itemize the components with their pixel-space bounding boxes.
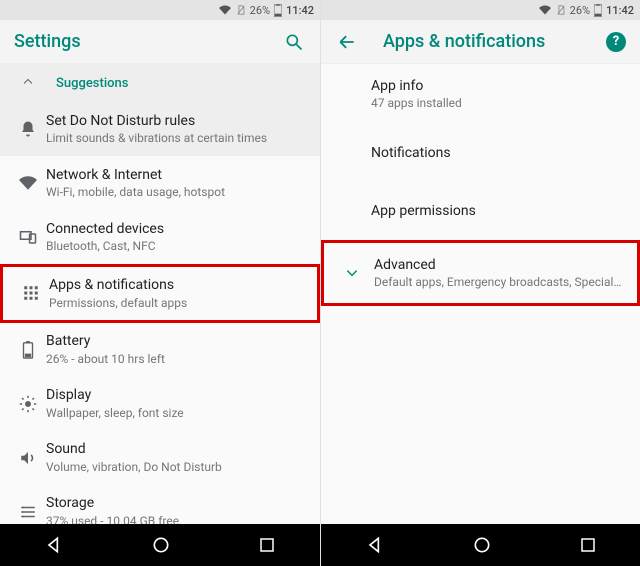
row-network[interactable]: Network & Internet Wi-Fi, mobile, data u… xyxy=(0,156,320,210)
row-subtitle: Permissions, default apps xyxy=(49,296,303,310)
settings-screen: 26% 11:42 Settings Suggestions Set Do No… xyxy=(0,0,320,566)
wifi-icon xyxy=(218,4,232,16)
suggestions-header[interactable]: Suggestions xyxy=(0,64,320,102)
status-bar: 26% 11:42 xyxy=(321,0,640,20)
row-app-info[interactable]: App info 47 apps installed xyxy=(321,64,640,124)
clock: 11:42 xyxy=(606,4,634,17)
chevron-up-icon xyxy=(16,76,40,91)
storage-icon xyxy=(10,503,46,521)
row-title: App permissions xyxy=(371,203,626,219)
nav-recent-icon[interactable] xyxy=(579,536,597,554)
brightness-icon xyxy=(10,395,46,413)
devices-icon xyxy=(10,228,46,246)
nav-home-icon[interactable] xyxy=(472,535,492,555)
row-subtitle: Wi-Fi, mobile, data usage, hotspot xyxy=(46,185,306,199)
row-subtitle: 47 apps installed xyxy=(371,96,626,110)
battery-icon xyxy=(274,4,282,17)
no-sim-icon xyxy=(236,4,246,16)
clock: 11:42 xyxy=(286,4,314,17)
no-sim-icon xyxy=(556,4,566,16)
row-subtitle: Wallpaper, sleep, font size xyxy=(46,406,306,420)
row-title: Sound xyxy=(46,441,306,458)
row-title: Connected devices xyxy=(46,221,306,238)
row-subtitle: 26% - about 10 hrs left xyxy=(46,352,306,366)
back-icon[interactable] xyxy=(335,30,359,54)
nav-recent-icon[interactable] xyxy=(258,536,276,554)
help-icon[interactable]: ? xyxy=(606,32,626,52)
row-subtitle: Bluetooth, Cast, NFC xyxy=(46,239,306,253)
nav-back-icon[interactable] xyxy=(44,535,64,555)
apps-list: App info 47 apps installed Notifications… xyxy=(321,64,640,524)
row-title: Apps & notifications xyxy=(49,277,303,294)
row-sound[interactable]: Sound Volume, vibration, Do Not Disturb xyxy=(0,431,320,485)
row-title: Network & Internet xyxy=(46,167,306,184)
row-title: Set Do Not Disturb rules xyxy=(46,113,306,130)
row-title: Display xyxy=(46,387,306,404)
apps-notifications-screen: 26% 11:42 Apps & notifications ? App inf… xyxy=(320,0,640,566)
app-bar: Apps & notifications ? xyxy=(321,20,640,64)
row-advanced[interactable]: Advanced Default apps, Emergency broadca… xyxy=(321,240,640,306)
settings-list: Suggestions Set Do Not Disturb rules Lim… xyxy=(0,64,320,524)
chevron-down-icon xyxy=(334,266,370,280)
nav-home-icon[interactable] xyxy=(151,535,171,555)
nav-bar xyxy=(0,524,320,566)
wifi-icon xyxy=(10,174,46,192)
row-display[interactable]: Display Wallpaper, sleep, font size xyxy=(0,377,320,431)
apps-icon xyxy=(13,284,49,302)
battery-percent: 26% xyxy=(250,4,270,17)
row-connected-devices[interactable]: Connected devices Bluetooth, Cast, NFC xyxy=(0,210,320,264)
battery-icon xyxy=(10,341,46,359)
row-dnd-rules[interactable]: Set Do Not Disturb rules Limit sounds & … xyxy=(0,102,320,156)
wifi-icon xyxy=(538,4,552,16)
sound-icon xyxy=(10,449,46,467)
row-subtitle: Volume, vibration, Do Not Disturb xyxy=(46,460,306,474)
row-app-permissions[interactable]: App permissions xyxy=(321,182,640,240)
bell-icon xyxy=(10,120,46,138)
row-apps-notifications[interactable]: Apps & notifications Permissions, defaul… xyxy=(0,264,320,323)
row-subtitle: 37% used - 10.04 GB free xyxy=(46,514,306,524)
page-title: Apps & notifications xyxy=(383,31,606,52)
battery-percent: 26% xyxy=(570,4,590,17)
row-title: Advanced xyxy=(374,257,623,273)
row-subtitle: Limit sounds & vibrations at certain tim… xyxy=(46,131,306,145)
suggestions-label: Suggestions xyxy=(56,76,128,91)
row-battery[interactable]: Battery 26% - about 10 hrs left xyxy=(0,323,320,377)
row-title: Notifications xyxy=(371,145,626,161)
row-notifications[interactable]: Notifications xyxy=(321,124,640,182)
battery-icon xyxy=(594,4,602,17)
nav-bar xyxy=(321,524,640,566)
search-icon[interactable] xyxy=(282,30,306,54)
row-title: App info xyxy=(371,78,626,94)
row-title: Battery xyxy=(46,333,306,350)
row-subtitle: Default apps, Emergency broadcasts, Spec… xyxy=(374,275,623,289)
row-storage[interactable]: Storage 37% used - 10.04 GB free xyxy=(0,485,320,524)
page-title: Settings xyxy=(14,31,282,52)
status-bar: 26% 11:42 xyxy=(0,0,320,20)
row-title: Storage xyxy=(46,495,306,512)
app-bar: Settings xyxy=(0,20,320,64)
nav-back-icon[interactable] xyxy=(365,535,385,555)
